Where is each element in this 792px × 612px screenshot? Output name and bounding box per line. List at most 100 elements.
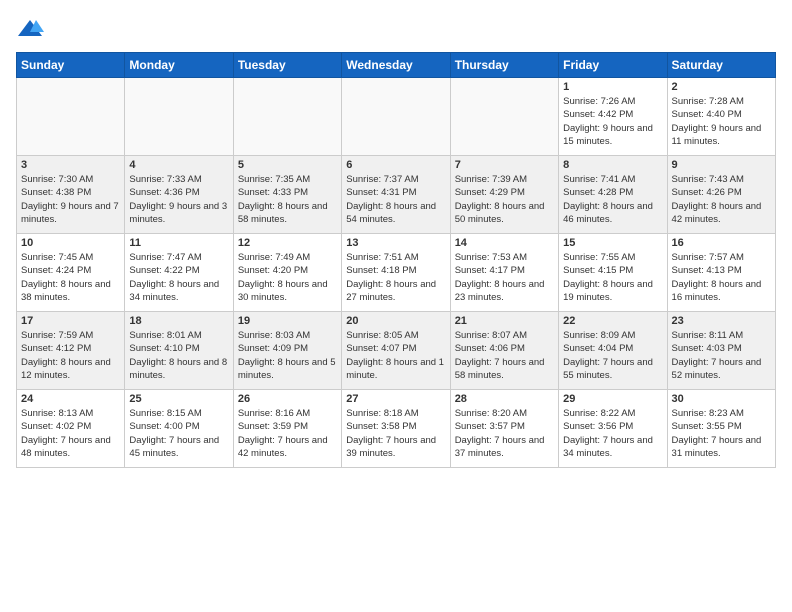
calendar: SundayMondayTuesdayWednesdayThursdayFrid… xyxy=(16,52,776,468)
calendar-cell: 25 Sunrise: 8:15 AM Sunset: 4:00 PM Dayli… xyxy=(125,390,233,468)
calendar-cell xyxy=(17,78,125,156)
day-number: 17 xyxy=(21,315,120,327)
day-info: Sunrise: 7:41 AM Sunset: 4:28 PM Dayligh… xyxy=(563,173,662,226)
day-number: 15 xyxy=(563,237,662,249)
day-info: Sunrise: 8:20 AM Sunset: 3:57 PM Dayligh… xyxy=(455,407,554,460)
day-number: 10 xyxy=(21,237,120,249)
day-info: Sunrise: 7:39 AM Sunset: 4:29 PM Dayligh… xyxy=(455,173,554,226)
day-number: 19 xyxy=(238,315,337,327)
day-info: Sunrise: 8:11 AM Sunset: 4:03 PM Dayligh… xyxy=(672,329,771,382)
day-info: Sunrise: 7:37 AM Sunset: 4:31 PM Dayligh… xyxy=(346,173,445,226)
calendar-cell: 28 Sunrise: 8:20 AM Sunset: 3:57 PM Dayli… xyxy=(450,390,558,468)
day-info: Sunrise: 8:01 AM Sunset: 4:10 PM Dayligh… xyxy=(129,329,228,382)
day-number: 4 xyxy=(129,159,228,171)
day-number: 29 xyxy=(563,393,662,405)
calendar-cell: 22 Sunrise: 8:09 AM Sunset: 4:04 PM Dayli… xyxy=(559,312,667,390)
day-info: Sunrise: 7:55 AM Sunset: 4:15 PM Dayligh… xyxy=(563,251,662,304)
calendar-cell: 14 Sunrise: 7:53 AM Sunset: 4:17 PM Dayli… xyxy=(450,234,558,312)
day-number: 8 xyxy=(563,159,662,171)
day-number: 7 xyxy=(455,159,554,171)
calendar-cell: 19Sunrise: 8:03 AM Sunset: 4:09 PM Dayli… xyxy=(233,312,341,390)
calendar-cell: 2 Sunrise: 7:28 AM Sunset: 4:40 PM Daylig… xyxy=(667,78,775,156)
day-number: 25 xyxy=(129,393,228,405)
calendar-cell: 11 Sunrise: 7:47 AM Sunset: 4:22 PM Dayli… xyxy=(125,234,233,312)
day-number: 5 xyxy=(238,159,337,171)
day-number: 11 xyxy=(129,237,228,249)
calendar-cell: 24 Sunrise: 8:13 AM Sunset: 4:02 PM Dayli… xyxy=(17,390,125,468)
day-info: Sunrise: 7:30 AM Sunset: 4:38 PM Dayligh… xyxy=(21,173,120,226)
calendar-cell xyxy=(233,78,341,156)
calendar-cell: 18Sunrise: 8:01 AM Sunset: 4:10 PM Dayli… xyxy=(125,312,233,390)
calendar-week-row: 1 Sunrise: 7:26 AM Sunset: 4:42 PM Daylig… xyxy=(17,78,776,156)
day-number: 28 xyxy=(455,393,554,405)
calendar-week-row: 24 Sunrise: 8:13 AM Sunset: 4:02 PM Dayli… xyxy=(17,390,776,468)
calendar-cell: 29 Sunrise: 8:22 AM Sunset: 3:56 PM Dayli… xyxy=(559,390,667,468)
day-number: 6 xyxy=(346,159,445,171)
day-number: 30 xyxy=(672,393,771,405)
day-number: 20 xyxy=(346,315,445,327)
calendar-cell: 10 Sunrise: 7:45 AM Sunset: 4:24 PM Dayli… xyxy=(17,234,125,312)
day-info: Sunrise: 8:09 AM Sunset: 4:04 PM Dayligh… xyxy=(563,329,662,382)
calendar-cell xyxy=(450,78,558,156)
calendar-week-row: 17Sunrise: 7:59 AM Sunset: 4:12 PM Dayli… xyxy=(17,312,776,390)
day-number: 1 xyxy=(563,81,662,93)
day-info: Sunrise: 8:23 AM Sunset: 3:55 PM Dayligh… xyxy=(672,407,771,460)
weekday-header: Thursday xyxy=(450,53,558,78)
day-number: 26 xyxy=(238,393,337,405)
calendar-cell: 16 Sunrise: 7:57 AM Sunset: 4:13 PM Dayli… xyxy=(667,234,775,312)
weekday-header: Saturday xyxy=(667,53,775,78)
day-info: Sunrise: 7:33 AM Sunset: 4:36 PM Dayligh… xyxy=(129,173,228,226)
day-number: 23 xyxy=(672,315,771,327)
weekday-header: Friday xyxy=(559,53,667,78)
logo xyxy=(16,16,48,44)
day-info: Sunrise: 8:13 AM Sunset: 4:02 PM Dayligh… xyxy=(21,407,120,460)
day-info: Sunrise: 7:28 AM Sunset: 4:40 PM Dayligh… xyxy=(672,95,771,148)
day-number: 14 xyxy=(455,237,554,249)
calendar-cell: 1 Sunrise: 7:26 AM Sunset: 4:42 PM Daylig… xyxy=(559,78,667,156)
day-info: Sunrise: 7:35 AM Sunset: 4:33 PM Dayligh… xyxy=(238,173,337,226)
calendar-cell: 9Sunrise: 7:43 AM Sunset: 4:26 PM Daylig… xyxy=(667,156,775,234)
calendar-cell: 6 Sunrise: 7:37 AM Sunset: 4:31 PM Daylig… xyxy=(342,156,450,234)
calendar-cell: 23 Sunrise: 8:11 AM Sunset: 4:03 PM Dayli… xyxy=(667,312,775,390)
day-number: 16 xyxy=(672,237,771,249)
weekday-header: Tuesday xyxy=(233,53,341,78)
day-info: Sunrise: 7:49 AM Sunset: 4:20 PM Dayligh… xyxy=(238,251,337,304)
calendar-cell: 26 Sunrise: 8:16 AM Sunset: 3:59 PM Dayli… xyxy=(233,390,341,468)
day-info: Sunrise: 8:07 AM Sunset: 4:06 PM Dayligh… xyxy=(455,329,554,382)
calendar-cell: 13Sunrise: 7:51 AM Sunset: 4:18 PM Dayli… xyxy=(342,234,450,312)
logo-icon xyxy=(16,16,44,44)
day-number: 13 xyxy=(346,237,445,249)
page-header xyxy=(16,16,776,44)
calendar-cell: 8 Sunrise: 7:41 AM Sunset: 4:28 PM Daylig… xyxy=(559,156,667,234)
calendar-cell: 21 Sunrise: 8:07 AM Sunset: 4:06 PM Dayli… xyxy=(450,312,558,390)
day-info: Sunrise: 7:47 AM Sunset: 4:22 PM Dayligh… xyxy=(129,251,228,304)
weekday-header: Sunday xyxy=(17,53,125,78)
calendar-cell: 20 Sunrise: 8:05 AM Sunset: 4:07 PM Dayli… xyxy=(342,312,450,390)
day-info: Sunrise: 7:45 AM Sunset: 4:24 PM Dayligh… xyxy=(21,251,120,304)
calendar-header-row: SundayMondayTuesdayWednesdayThursdayFrid… xyxy=(17,53,776,78)
calendar-cell: 15 Sunrise: 7:55 AM Sunset: 4:15 PM Dayli… xyxy=(559,234,667,312)
day-info: Sunrise: 8:18 AM Sunset: 3:58 PM Dayligh… xyxy=(346,407,445,460)
day-info: Sunrise: 8:16 AM Sunset: 3:59 PM Dayligh… xyxy=(238,407,337,460)
day-info: Sunrise: 8:15 AM Sunset: 4:00 PM Dayligh… xyxy=(129,407,228,460)
day-number: 21 xyxy=(455,315,554,327)
calendar-cell xyxy=(342,78,450,156)
weekday-header: Wednesday xyxy=(342,53,450,78)
calendar-cell: 7 Sunrise: 7:39 AM Sunset: 4:29 PM Daylig… xyxy=(450,156,558,234)
calendar-cell: 27 Sunrise: 8:18 AM Sunset: 3:58 PM Dayli… xyxy=(342,390,450,468)
day-number: 27 xyxy=(346,393,445,405)
calendar-cell: 30 Sunrise: 8:23 AM Sunset: 3:55 PM Dayli… xyxy=(667,390,775,468)
day-number: 24 xyxy=(21,393,120,405)
weekday-header: Monday xyxy=(125,53,233,78)
day-info: Sunrise: 8:22 AM Sunset: 3:56 PM Dayligh… xyxy=(563,407,662,460)
day-info: Sunrise: 7:57 AM Sunset: 4:13 PM Dayligh… xyxy=(672,251,771,304)
day-info: Sunrise: 7:53 AM Sunset: 4:17 PM Dayligh… xyxy=(455,251,554,304)
calendar-week-row: 10 Sunrise: 7:45 AM Sunset: 4:24 PM Dayli… xyxy=(17,234,776,312)
calendar-cell: 4 Sunrise: 7:33 AM Sunset: 4:36 PM Daylig… xyxy=(125,156,233,234)
day-info: Sunrise: 7:26 AM Sunset: 4:42 PM Dayligh… xyxy=(563,95,662,148)
calendar-cell: 17Sunrise: 7:59 AM Sunset: 4:12 PM Dayli… xyxy=(17,312,125,390)
day-info: Sunrise: 8:05 AM Sunset: 4:07 PM Dayligh… xyxy=(346,329,445,382)
day-number: 22 xyxy=(563,315,662,327)
calendar-week-row: 3Sunrise: 7:30 AM Sunset: 4:38 PM Daylig… xyxy=(17,156,776,234)
day-number: 2 xyxy=(672,81,771,93)
